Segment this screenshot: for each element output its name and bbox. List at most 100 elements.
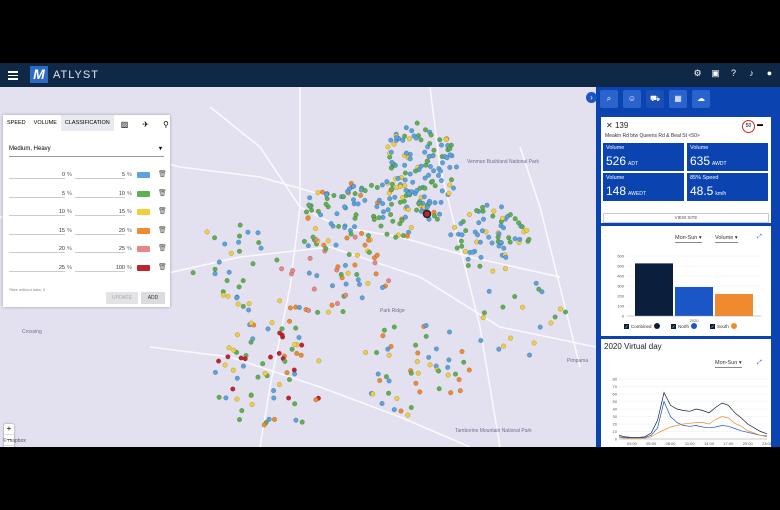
site-marker[interactable]	[230, 386, 236, 392]
site-marker[interactable]	[421, 194, 427, 200]
site-marker[interactable]	[456, 377, 462, 383]
site-marker[interactable]	[256, 240, 262, 246]
site-marker[interactable]	[352, 262, 358, 268]
site-marker[interactable]	[388, 137, 394, 143]
site-marker[interactable]	[304, 209, 310, 215]
site-marker[interactable]	[445, 372, 451, 378]
trash-icon[interactable]: 🗑	[158, 226, 167, 234]
site-marker[interactable]	[331, 192, 337, 198]
site-marker[interactable]	[391, 324, 397, 330]
range-from-input[interactable]: 25	[9, 265, 65, 272]
site-marker[interactable]	[190, 270, 196, 276]
site-marker[interactable]	[325, 238, 331, 244]
site-marker[interactable]	[489, 240, 495, 246]
site-marker[interactable]	[501, 225, 507, 231]
site-marker[interactable]	[440, 160, 446, 166]
site-marker[interactable]	[268, 354, 274, 360]
range-from-input[interactable]: 5	[9, 191, 65, 198]
collapse-icon[interactable]: ›	[586, 92, 597, 103]
site-marker[interactable]	[539, 289, 545, 295]
site-marker[interactable]	[287, 377, 293, 383]
site-marker[interactable]	[345, 189, 351, 195]
site-marker[interactable]	[282, 358, 288, 364]
site-marker[interactable]	[460, 218, 466, 224]
site-marker[interactable]	[459, 349, 465, 355]
site-marker[interactable]	[354, 252, 360, 258]
site-marker[interactable]	[306, 270, 312, 276]
site-marker[interactable]	[394, 135, 400, 141]
site-marker[interactable]	[373, 271, 379, 277]
site-marker[interactable]	[424, 158, 430, 164]
site-marker[interactable]	[478, 337, 484, 343]
site-marker[interactable]	[402, 170, 408, 176]
site-marker[interactable]	[335, 264, 341, 270]
site-marker[interactable]	[370, 391, 376, 397]
site-marker[interactable]	[366, 249, 372, 255]
site-marker[interactable]	[296, 304, 302, 310]
site-marker[interactable]	[305, 243, 311, 249]
color-swatch[interactable]	[137, 209, 150, 215]
range-to-input[interactable]: 10	[75, 191, 125, 198]
site-marker[interactable]	[500, 215, 506, 221]
site-marker[interactable]	[533, 280, 539, 286]
image-icon[interactable]: ▨	[117, 117, 133, 129]
layers-icon[interactable]: ✈	[138, 117, 153, 129]
site-marker[interactable]	[438, 168, 444, 174]
site-marker[interactable]	[224, 278, 230, 284]
site-marker[interactable]	[255, 374, 261, 380]
site-marker[interactable]	[388, 149, 394, 155]
site-marker[interactable]	[291, 367, 297, 373]
site-marker[interactable]	[326, 309, 332, 315]
site-marker[interactable]	[369, 182, 375, 188]
add-button[interactable]: ADD	[141, 292, 165, 304]
site-marker[interactable]	[286, 395, 292, 401]
site-marker[interactable]	[430, 178, 436, 184]
site-marker[interactable]	[386, 378, 392, 384]
bar-south[interactable]	[715, 294, 753, 316]
site-marker[interactable]	[236, 248, 242, 254]
site-marker[interactable]	[277, 298, 283, 304]
site-marker[interactable]	[417, 389, 423, 395]
site-marker[interactable]	[475, 232, 481, 238]
site-marker[interactable]	[236, 284, 242, 290]
site-marker[interactable]	[414, 120, 420, 126]
site-marker[interactable]	[426, 354, 432, 360]
site-marker[interactable]	[386, 390, 392, 396]
site-marker[interactable]	[336, 223, 342, 229]
site-marker[interactable]	[274, 257, 280, 263]
site-marker[interactable]	[486, 234, 492, 240]
site-marker[interactable]	[299, 342, 305, 348]
tab-classification[interactable]: CLASSIFICATION	[60, 115, 114, 131]
site-marker[interactable]	[427, 362, 433, 368]
trash-icon[interactable]: 🗑	[158, 170, 167, 178]
site-marker[interactable]	[276, 382, 282, 388]
site-marker[interactable]	[249, 402, 255, 408]
site-marker[interactable]	[512, 293, 518, 299]
site-marker[interactable]	[365, 232, 371, 238]
site-marker[interactable]	[427, 141, 433, 147]
site-marker[interactable]	[234, 295, 240, 301]
site-marker[interactable]	[403, 125, 409, 131]
range-to-input[interactable]: 15	[75, 209, 125, 216]
metric-select[interactable]: Volume ▾	[715, 235, 738, 243]
site-marker[interactable]	[389, 186, 395, 192]
site-marker[interactable]	[293, 417, 299, 423]
site-marker[interactable]	[413, 380, 419, 386]
site-marker[interactable]	[427, 163, 433, 169]
site-marker[interactable]	[448, 232, 454, 238]
site-marker[interactable]	[296, 334, 302, 340]
site-marker[interactable]	[385, 346, 391, 352]
bar-north[interactable]	[675, 287, 713, 316]
site-marker[interactable]	[418, 137, 424, 143]
site-marker[interactable]	[431, 147, 437, 153]
site-marker[interactable]	[432, 183, 438, 189]
site-marker[interactable]	[418, 163, 424, 169]
site-marker[interactable]	[408, 224, 414, 230]
site-marker[interactable]	[537, 324, 543, 330]
site-marker[interactable]	[454, 245, 460, 251]
range-to-input[interactable]: 20	[75, 228, 125, 235]
site-marker[interactable]	[225, 293, 231, 299]
site-marker[interactable]	[480, 315, 486, 321]
site-marker[interactable]	[242, 356, 248, 362]
site-marker[interactable]	[501, 245, 507, 251]
